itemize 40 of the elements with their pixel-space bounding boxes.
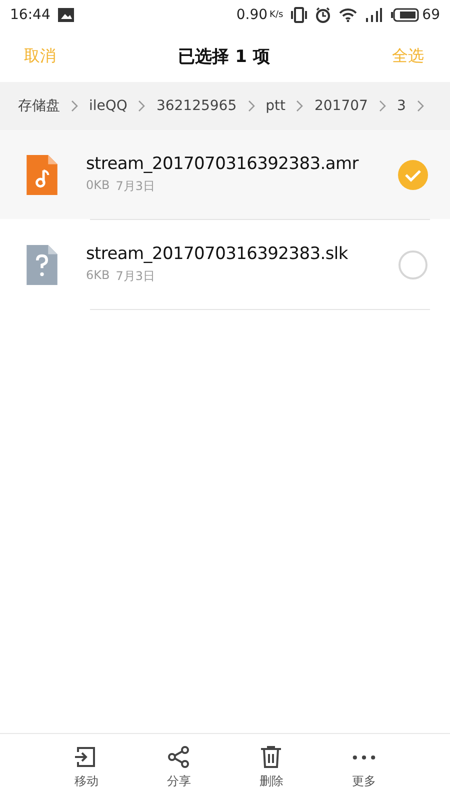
clock-time: 16:44 (10, 7, 50, 23)
chevron-icon (246, 100, 256, 112)
file-date: 7月3日 (116, 268, 156, 285)
chevron-icon (295, 100, 304, 112)
breadcrumb-item[interactable]: 存储盘 (18, 97, 60, 115)
file-row[interactable]: stream_2017070316392383.amr 0KB 7月3日 (0, 130, 450, 219)
share-button[interactable]: 分享 (160, 742, 197, 792)
breadcrumb-item[interactable]: 201707 (314, 98, 368, 114)
music-file-icon (26, 154, 58, 194)
image-icon (58, 8, 74, 22)
file-size: 0KB (86, 178, 110, 194)
network-speed: 0.90 (236, 7, 268, 23)
speed-unit: K/s (270, 10, 284, 20)
file-row[interactable]: stream_2017070316392383.slk 6KB 7月3日 (0, 220, 450, 309)
selection-title: 已选择 1 项 (178, 46, 270, 68)
signal-icon (365, 7, 384, 23)
chevron-icon (416, 100, 425, 112)
chevron-icon (137, 100, 146, 112)
trash-icon (259, 744, 284, 768)
question-file-icon (26, 244, 58, 284)
breadcrumb-item[interactable]: 362125965 (156, 98, 237, 114)
share-icon (166, 744, 191, 768)
battery-level: 69 (422, 7, 440, 23)
chevron-icon (70, 100, 79, 112)
file-date: 7月3日 (116, 178, 156, 195)
move-button[interactable]: 移动 (68, 742, 104, 792)
file-name: stream_2017070316392383.amr (86, 154, 360, 174)
more-button[interactable]: 更多 (346, 742, 382, 792)
file-size: 6KB (86, 268, 110, 284)
breadcrumb-item[interactable]: ptt (266, 98, 286, 114)
breadcrumb-item[interactable]: ileQQ (89, 98, 128, 114)
delete-button[interactable]: 删除 (253, 742, 290, 792)
chevron-icon (378, 100, 387, 112)
alarm-icon (315, 7, 332, 23)
battery-icon (391, 8, 420, 22)
breadcrumb-item[interactable]: 3 (396, 98, 406, 114)
wifi-icon (339, 8, 358, 22)
file-name: stream_2017070316392383.slk (86, 244, 349, 264)
more-icon (352, 754, 376, 760)
vibrate-icon (291, 7, 308, 23)
